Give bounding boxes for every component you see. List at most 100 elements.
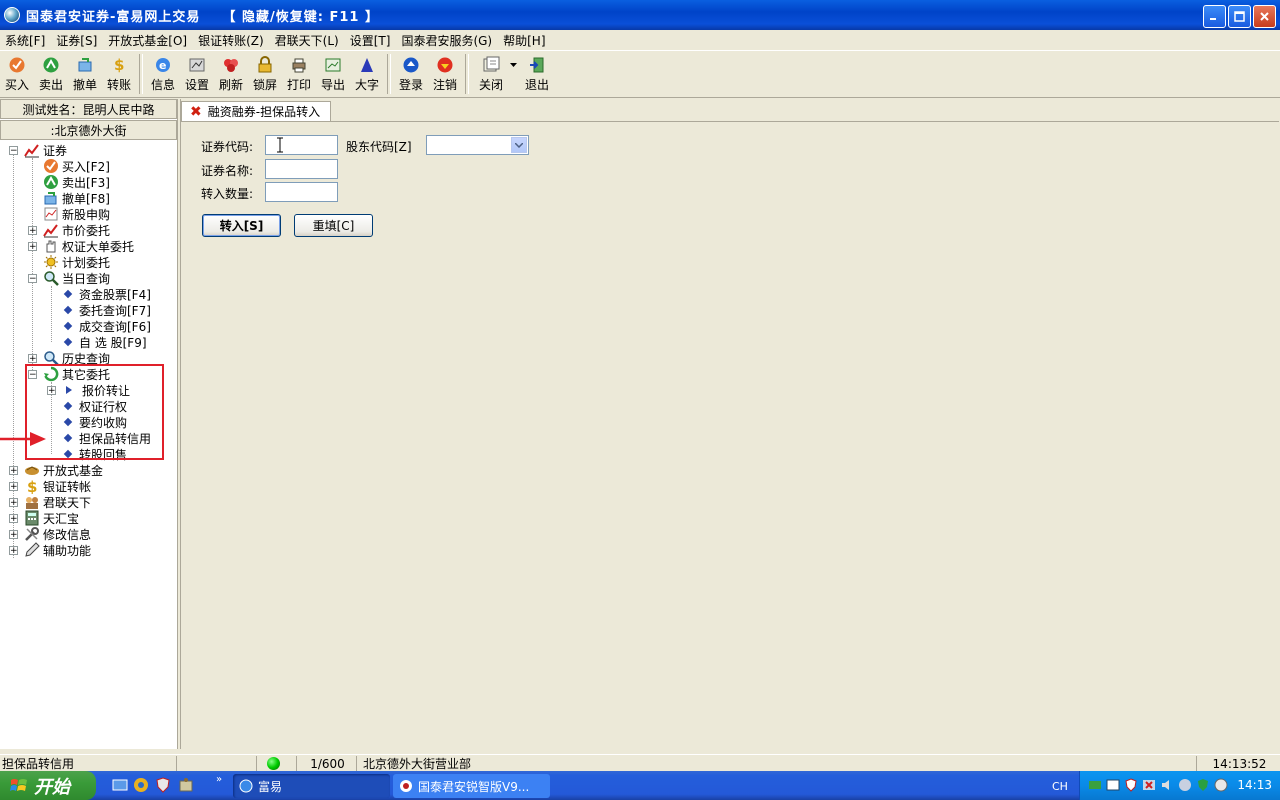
tree-item-securities[interactable]: 证券 [24,142,67,158]
tree-item-market-order[interactable]: 市价委托 [43,222,110,238]
expand-junlian[interactable]: + [9,498,18,508]
connection-status-icon [267,757,280,770]
tab-collateral-transfer-in[interactable]: ✖ 融资融券-担保品转入 [181,101,331,121]
menu-gtja-service[interactable]: 国泰君安服务(G) [396,32,498,49]
maximize-button[interactable] [1228,5,1251,28]
tray-update-icon[interactable] [1178,778,1192,792]
expand-warrant-big[interactable]: + [28,242,37,252]
security-code-input[interactable] [265,135,338,155]
quicklaunch-expand-icon[interactable]: » [216,774,222,785]
expand-aux[interactable]: + [9,546,18,556]
menu-bank-transfer[interactable]: 银证转账(Z) [193,32,270,49]
toolbar-buy-button[interactable]: 买入 [0,51,34,95]
holder-select-arrow[interactable] [511,137,527,153]
tray-antivirus-icon[interactable] [1214,778,1228,792]
tree-item-warrant-big-order[interactable]: 权证大单委托 [43,238,134,254]
menu-settings[interactable]: 设置[T] [345,32,397,49]
tree-item-deal-query[interactable]: 成交查询[F6] [60,318,151,334]
close-button[interactable] [1253,5,1276,28]
menu-system[interactable]: 系统[F] [0,32,51,49]
toolbar-print-button[interactable]: 打印 [282,51,316,95]
tree-item-aux[interactable]: 辅助功能 [24,542,91,558]
quicklaunch-browser-icon[interactable] [133,777,149,793]
expand-today-query[interactable]: − [28,274,37,284]
branch-row: :北京德外大街 [0,120,177,140]
quicklaunch-desktop-icon[interactable] [112,777,128,793]
tree-item-junlian[interactable]: 君联天下 [24,494,91,510]
ipo-chart-icon [44,207,58,221]
tree-item-ipo[interactable]: 新股申购 [43,206,110,222]
diamond-bullet-icon [63,305,73,315]
holder-code-select[interactable] [426,135,529,155]
tray-volume-icon[interactable] [1160,778,1174,792]
taskbar-item-gtja[interactable]: 国泰君安锐智版V9... [393,774,550,798]
expand-tianhuibao[interactable]: + [9,514,18,524]
toolbar-settings-button[interactable]: 设置 [180,51,214,95]
quicklaunch-shield-icon[interactable] [155,777,171,793]
tree-item-plan-order[interactable]: 计划委托 [43,254,110,270]
tree-item-bank-transfer[interactable]: $ 银证转帐 [24,478,91,494]
tree-item-open-fund[interactable]: 开放式基金 [24,462,103,478]
tree-item-funds-stocks[interactable]: 资金股票[F4] [60,286,151,302]
expand-market-order[interactable]: + [28,226,37,236]
toolbar-transfer-button[interactable]: $ 转账 [102,51,136,95]
toolbar-lock-button[interactable]: 锁屏 [248,51,282,95]
tray-window-icon[interactable] [1106,778,1120,792]
toolbar-info-button[interactable]: e 信息 [146,51,180,95]
quicklaunch-app-icon[interactable] [178,777,194,793]
security-name-input[interactable] [265,159,338,179]
tray-shield-icon[interactable] [1124,778,1138,792]
tools-icon [25,527,39,541]
reset-button[interactable]: 重填[C] [294,214,373,237]
tree-line [51,286,52,342]
toolbar-export-button[interactable]: 导出 [316,51,350,95]
tree-item-order-query[interactable]: 委托查询[F7] [60,302,151,318]
toolbar-exit-button[interactable]: 退出 [520,51,554,95]
start-button[interactable]: 开始 [0,771,96,800]
toolbar-sell-button[interactable]: 卖出 [34,51,68,95]
transfer-in-button[interactable]: 转入[S] [202,214,281,237]
tree-item-modify-info[interactable]: 修改信息 [24,526,91,542]
menu-junlian[interactable]: 君联天下(L) [270,32,345,49]
left-navigation-panel: 测试姓名：昆明人民中路 :北京德外大街 − 证券 买入[F2] 卖出[F3] 撤… [0,99,178,749]
tree-item-today-query[interactable]: 当日查询 [43,270,110,286]
close-dropdown-arrow[interactable] [510,51,520,95]
toolbar-login-button[interactable]: 登录 [394,51,428,95]
toolbar-cancel-order-button[interactable]: 撤单 [68,51,102,95]
toolbar-close-window-button[interactable]: 关闭 [472,51,510,95]
transfer-quantity-label: 转入数量: [201,187,254,201]
tray-security-icon[interactable] [1196,778,1210,792]
tree-item-sell[interactable]: 卖出[F3] [43,174,110,190]
svg-text:e: e [159,59,166,72]
tray-warning-icon[interactable] [1142,778,1156,792]
expand-history-query[interactable]: + [28,354,37,364]
big-font-icon [361,58,373,72]
tree-item-watchlist[interactable]: 自 选 股[F9] [60,334,147,350]
expand-securities[interactable]: − [9,146,18,156]
menu-open-fund[interactable]: 开放式基金[O] [103,32,193,49]
export-icon [325,58,341,72]
taskbar-clock[interactable]: 14:13 [1237,778,1272,792]
minimize-button[interactable] [1203,5,1226,28]
settings-icon [189,58,205,72]
toolbar-refresh-button[interactable]: 刷新 [214,51,248,95]
tray-network-icon[interactable] [1088,778,1102,792]
toolbar-logout-button[interactable]: 注销 [428,51,462,95]
expand-modify-info[interactable]: + [9,530,18,540]
ime-indicator[interactable]: CH [1052,780,1068,793]
menu-securities[interactable]: 证券[S] [51,32,103,49]
pencil-icon [25,542,40,557]
tree-item-buy[interactable]: 买入[F2] [43,158,110,174]
tree-item-cancel[interactable]: 撤单[F8] [43,190,110,206]
menu-help[interactable]: 帮助[H] [498,32,551,49]
logout-icon [437,57,453,73]
close-icon [1260,12,1269,21]
taskbar-item-fuyi[interactable]: 富易 [233,774,390,798]
minimize-icon [1210,18,1216,20]
tree-item-tianhuibao[interactable]: 天汇宝 [24,510,79,526]
expand-open-fund[interactable]: + [9,466,18,476]
transfer-quantity-input[interactable] [265,182,338,202]
expand-bank-transfer[interactable]: + [9,482,18,492]
tab-close-icon[interactable]: ✖ [190,104,202,120]
toolbar-big-font-button[interactable]: 大字 [350,51,384,95]
